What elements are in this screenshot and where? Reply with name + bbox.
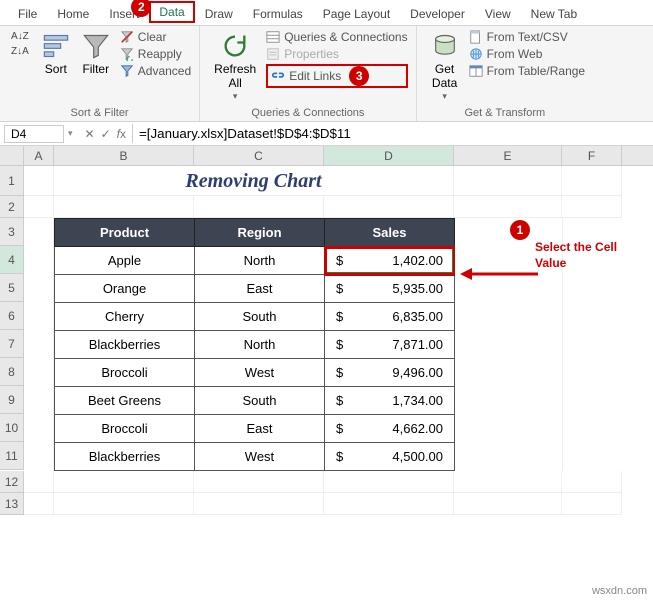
col-header-a[interactable]: A bbox=[24, 146, 54, 165]
worksheet[interactable]: A B C D E F 1 Removing Chart 2 3 4 5 6 7… bbox=[0, 146, 653, 515]
group-get-transform: Get Data ▾ From Text/CSV From Web From T… bbox=[417, 26, 594, 121]
edit-links-button[interactable]: Edit Links 3 bbox=[266, 64, 407, 88]
group-label-get-transform: Get & Transform bbox=[425, 105, 586, 119]
cell-e1[interactable] bbox=[454, 166, 562, 196]
fx-icon[interactable]: fx bbox=[117, 127, 126, 141]
from-table-range-button[interactable]: From Table/Range bbox=[469, 64, 586, 78]
row-header-4[interactable]: 4 bbox=[0, 246, 24, 274]
badge-3: 3 bbox=[349, 66, 369, 86]
col-a-spacer[interactable] bbox=[24, 218, 54, 471]
col-header-d[interactable]: D bbox=[324, 146, 454, 165]
properties-button: Properties bbox=[266, 47, 407, 61]
get-data-button[interactable]: Get Data ▾ bbox=[425, 30, 465, 104]
sort-asc-icon[interactable]: A↓Z bbox=[8, 30, 32, 43]
formula-bar: D4 ▾ ✕ ✓ fx bbox=[0, 122, 653, 146]
row-header-12[interactable]: 12 bbox=[0, 471, 24, 493]
tab-page-layout[interactable]: Page Layout bbox=[313, 3, 400, 25]
group-label-queries: Queries & Connections bbox=[208, 105, 407, 119]
table-row[interactable]: BroccoliWest $9,496.00 bbox=[55, 359, 455, 387]
tab-view[interactable]: View bbox=[475, 3, 521, 25]
selected-cell-d4[interactable]: $1,402.00 bbox=[325, 247, 455, 275]
namebox-dropdown-icon[interactable]: ▾ bbox=[68, 128, 79, 139]
data-table: Product Region Sales Apple North $1,402.… bbox=[54, 218, 455, 471]
ribbon-tabs: File Home Insert 2 Data Draw Formulas Pa… bbox=[0, 0, 653, 26]
group-sort-filter: A↓Z Z↓A Sort Filter Clear bbox=[0, 26, 200, 121]
ribbon: A↓Z Z↓A Sort Filter Clear bbox=[0, 26, 653, 122]
row-header-6[interactable]: 6 bbox=[0, 302, 24, 330]
row-header-5[interactable]: 5 bbox=[0, 274, 24, 302]
formula-input[interactable] bbox=[132, 124, 653, 143]
tab-file[interactable]: File bbox=[8, 3, 47, 25]
from-text-csv-button[interactable]: From Text/CSV bbox=[469, 30, 586, 44]
row-header-9[interactable]: 9 bbox=[0, 386, 24, 414]
row-header-3[interactable]: 3 bbox=[0, 218, 24, 246]
row-header-1[interactable]: 1 bbox=[0, 166, 24, 196]
clear-button[interactable]: Clear bbox=[120, 30, 191, 44]
select-all-corner[interactable] bbox=[0, 146, 24, 165]
row-header-7[interactable]: 7 bbox=[0, 330, 24, 358]
filter-button[interactable]: Filter bbox=[76, 30, 116, 78]
cell-a1[interactable] bbox=[24, 166, 54, 196]
row-header-8[interactable]: 8 bbox=[0, 358, 24, 386]
tab-home[interactable]: Home bbox=[47, 3, 99, 25]
sort-button[interactable]: Sort bbox=[36, 30, 76, 78]
name-box[interactable]: D4 bbox=[4, 125, 64, 143]
arrow-icon bbox=[460, 264, 540, 284]
callout-select-cell: Select the CellValue bbox=[535, 240, 617, 271]
header-product[interactable]: Product bbox=[55, 219, 195, 247]
enter-formula-icon[interactable]: ✓ bbox=[101, 127, 111, 141]
header-sales[interactable]: Sales bbox=[325, 219, 455, 247]
row-header-13[interactable]: 13 bbox=[0, 493, 24, 515]
col-header-f[interactable]: F bbox=[562, 146, 622, 165]
sheet-title[interactable]: Removing Chart bbox=[54, 166, 454, 196]
reapply-button[interactable]: Reapply bbox=[120, 47, 191, 61]
group-queries-connections: Refresh All ▾ Queries & Connections Prop… bbox=[200, 26, 416, 121]
queries-connections-button[interactable]: Queries & Connections bbox=[266, 30, 407, 44]
watermark: wsxdn.com bbox=[592, 585, 647, 597]
refresh-all-button[interactable]: Refresh All ▾ bbox=[208, 30, 262, 104]
table-row[interactable]: CherrySouth $6,835.00 bbox=[55, 303, 455, 331]
tab-draw[interactable]: Draw bbox=[195, 3, 243, 25]
tab-formulas[interactable]: Formulas bbox=[243, 3, 313, 25]
cell-f1[interactable] bbox=[562, 166, 622, 196]
table-row[interactable]: BroccoliEast $4,662.00 bbox=[55, 415, 455, 443]
table-row[interactable]: Apple North $1,402.00 bbox=[55, 247, 455, 275]
row-header-11[interactable]: 11 bbox=[0, 442, 24, 470]
table-row[interactable]: BlackberriesNorth $7,871.00 bbox=[55, 331, 455, 359]
row-header-10[interactable]: 10 bbox=[0, 414, 24, 442]
tab-data[interactable]: Data bbox=[149, 1, 194, 23]
sort-label: Sort bbox=[45, 62, 67, 76]
sort-desc-icon[interactable]: Z↓A bbox=[8, 45, 32, 58]
table-row[interactable]: BlackberriesWest $4,500.00 bbox=[55, 443, 455, 471]
col-header-b[interactable]: B bbox=[54, 146, 194, 165]
cancel-formula-icon[interactable]: ✕ bbox=[85, 127, 95, 141]
tab-developer[interactable]: Developer bbox=[400, 3, 475, 25]
col-header-c[interactable]: C bbox=[194, 146, 324, 165]
refresh-all-label: Refresh All bbox=[214, 62, 256, 91]
tab-new-tab[interactable]: New Tab bbox=[521, 3, 587, 25]
from-web-button[interactable]: From Web bbox=[469, 47, 586, 61]
chevron-down-icon: ▾ bbox=[442, 91, 447, 102]
get-data-label: Get Data bbox=[432, 62, 457, 91]
col-header-e[interactable]: E bbox=[454, 146, 562, 165]
table-row[interactable]: Beet GreensSouth $1,734.00 bbox=[55, 387, 455, 415]
header-region[interactable]: Region bbox=[195, 219, 325, 247]
filter-label: Filter bbox=[82, 62, 109, 76]
badge-1: 1 bbox=[510, 220, 530, 240]
chevron-down-icon: ▾ bbox=[233, 91, 238, 102]
group-label-sort-filter: Sort & Filter bbox=[8, 105, 191, 119]
row-header-2[interactable]: 2 bbox=[0, 196, 24, 218]
advanced-button[interactable]: Advanced bbox=[120, 64, 191, 78]
table-row[interactable]: OrangeEast $5,935.00 bbox=[55, 275, 455, 303]
